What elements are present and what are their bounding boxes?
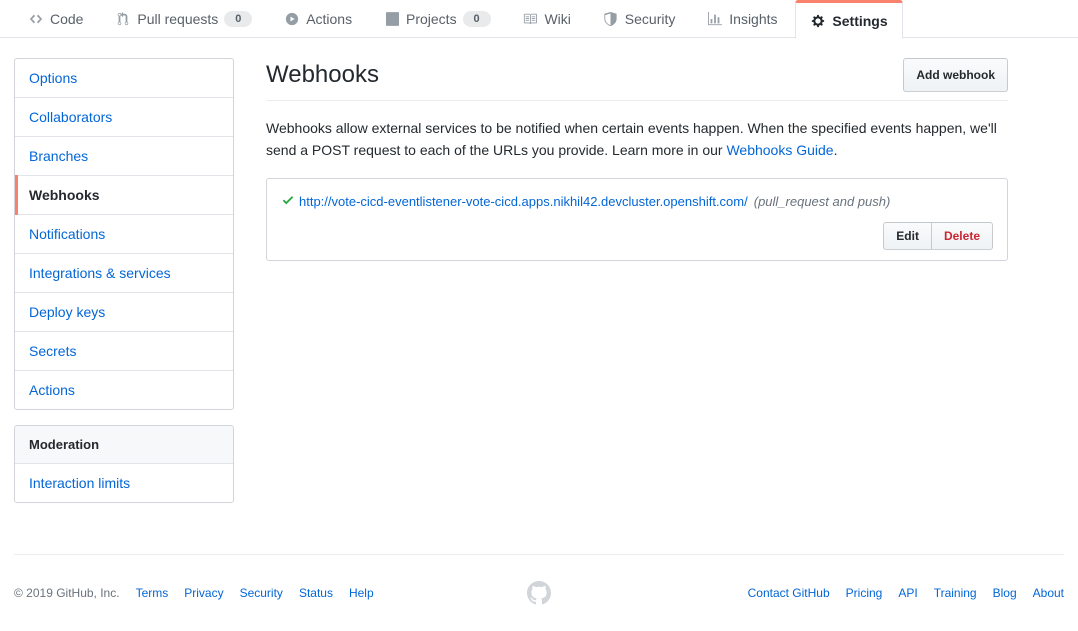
sidebar-heading-moderation: Moderation — [15, 426, 233, 464]
footer-link-pricing[interactable]: Pricing — [846, 586, 883, 600]
footer-link-privacy[interactable]: Privacy — [184, 586, 223, 600]
tab-actions[interactable]: Actions — [270, 0, 366, 38]
footer-left-links: © 2019 GitHub, Inc. Terms Privacy Securi… — [14, 586, 390, 600]
footer-link-terms[interactable]: Terms — [136, 586, 169, 600]
footer-link-api[interactable]: API — [898, 586, 917, 600]
webhook-summary: http://vote-cicd-eventlistener-vote-cicd… — [281, 191, 993, 212]
page-title: Webhooks — [266, 61, 379, 88]
edit-webhook-button[interactable]: Edit — [883, 221, 931, 250]
code-icon — [28, 11, 44, 27]
footer-link-contact-github[interactable]: Contact GitHub — [748, 586, 830, 600]
sidebar-item-branches[interactable]: Branches — [15, 137, 233, 176]
tab-insights[interactable]: Insights — [693, 0, 791, 38]
footer-right-links: Contact GitHub Pricing API Training Blog… — [748, 586, 1064, 600]
project-icon — [384, 11, 400, 27]
webhook-events: (pull_request and push) — [753, 193, 891, 209]
settings-menu-moderation: Moderation Interaction limits — [14, 425, 234, 503]
footer-link-about[interactable]: About — [1033, 586, 1064, 600]
tab-wiki-label: Wiki — [544, 11, 571, 27]
webhooks-guide-link[interactable]: Webhooks Guide — [726, 142, 833, 158]
tab-code[interactable]: Code — [14, 0, 97, 38]
webhook-url-wrap: http://vote-cicd-eventlistener-vote-cicd… — [299, 191, 890, 212]
sidebar-item-integrations-services[interactable]: Integrations & services — [15, 254, 233, 293]
footer-content: © 2019 GitHub, Inc. Terms Privacy Securi… — [14, 555, 1064, 631]
webhook-button-group: Edit Delete — [883, 221, 993, 250]
sidebar-item-interaction-limits[interactable]: Interaction limits — [15, 464, 233, 502]
github-mark-icon — [527, 581, 551, 605]
tab-projects-label: Projects — [406, 11, 457, 27]
page-footer: © 2019 GitHub, Inc. Terms Privacy Securi… — [0, 554, 1078, 631]
tab-settings[interactable]: Settings — [795, 0, 903, 39]
footer-link-security[interactable]: Security — [240, 586, 283, 600]
tab-insights-label: Insights — [729, 11, 778, 27]
footer-link-blog[interactable]: Blog — [993, 586, 1017, 600]
webhook-list-item: http://vote-cicd-eventlistener-vote-cicd… — [267, 179, 1007, 260]
tab-projects[interactable]: Projects 0 — [370, 0, 505, 38]
footer-link-status[interactable]: Status — [299, 586, 333, 600]
tab-code-label: Code — [50, 11, 84, 27]
sidebar-item-options[interactable]: Options — [15, 59, 233, 98]
tab-actions-label: Actions — [306, 11, 353, 27]
settings-menu-primary: Options Collaborators Branches Webhooks … — [14, 58, 234, 410]
sidebar-item-actions[interactable]: Actions — [15, 371, 233, 409]
webhooks-description-text: Webhooks allow external services to be n… — [266, 120, 997, 159]
projects-counter: 0 — [462, 11, 491, 27]
settings-page: Options Collaborators Branches Webhooks … — [0, 38, 1078, 518]
tab-wiki[interactable]: Wiki — [508, 0, 584, 38]
copyright: © 2019 GitHub, Inc. — [14, 586, 120, 600]
settings-sidebar: Options Collaborators Branches Webhooks … — [14, 58, 234, 518]
settings-content: Webhooks Add webhook Webhooks allow exte… — [266, 58, 1008, 518]
tab-pull-requests[interactable]: Pull requests 0 — [101, 0, 266, 38]
webhooks-list: http://vote-cicd-eventlistener-vote-cicd… — [266, 177, 1008, 261]
gear-icon — [810, 13, 826, 29]
sidebar-item-secrets[interactable]: Secrets — [15, 332, 233, 371]
sidebar-item-notifications[interactable]: Notifications — [15, 215, 233, 254]
graph-icon — [707, 11, 723, 27]
webhooks-header: Webhooks Add webhook — [266, 58, 1008, 101]
tab-settings-label: Settings — [832, 12, 888, 29]
webhook-url[interactable]: http://vote-cicd-eventlistener-vote-cicd… — [299, 194, 748, 209]
git-pull-request-icon — [115, 11, 131, 27]
sidebar-item-webhooks[interactable]: Webhooks — [15, 175, 233, 215]
webhook-actions: Edit Delete — [281, 221, 993, 250]
webhooks-description-period: . — [833, 142, 838, 159]
footer-link-help[interactable]: Help — [349, 586, 374, 600]
footer-link-training[interactable]: Training — [934, 586, 977, 600]
check-icon — [281, 192, 299, 212]
play-icon — [284, 11, 300, 27]
tab-security[interactable]: Security — [589, 0, 690, 38]
sidebar-item-deploy-keys[interactable]: Deploy keys — [15, 293, 233, 332]
repo-nav: Code Pull requests 0 Actions Projects 0 … — [0, 0, 1078, 39]
pull-requests-counter: 0 — [224, 11, 253, 27]
sidebar-item-collaborators[interactable]: Collaborators — [15, 98, 233, 137]
tab-security-label: Security — [624, 11, 676, 27]
delete-webhook-button[interactable]: Delete — [930, 221, 993, 250]
webhooks-description: Webhooks allow external services to be n… — [266, 117, 1008, 162]
add-webhook-button[interactable]: Add webhook — [903, 58, 1008, 92]
book-icon — [522, 11, 538, 27]
shield-icon — [603, 11, 619, 27]
tab-pull-requests-label: Pull requests — [137, 11, 219, 27]
